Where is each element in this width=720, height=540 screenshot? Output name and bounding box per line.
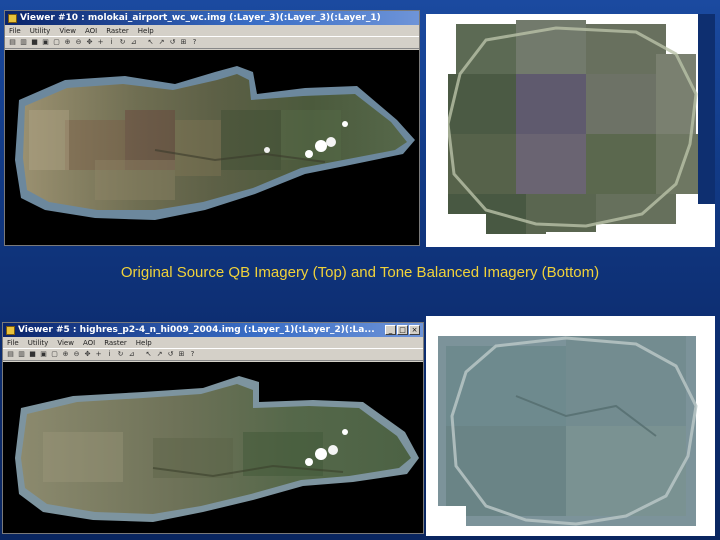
zoom-out-icon[interactable]: ⊖ <box>72 350 81 359</box>
copy-icon[interactable]: ▣ <box>41 38 50 47</box>
info-icon[interactable]: i <box>105 350 114 359</box>
help-icon[interactable]: ? <box>188 350 197 359</box>
measure-icon[interactable]: ⊿ <box>127 350 136 359</box>
query-icon[interactable]: + <box>96 38 105 47</box>
top-viewer-title: Viewer #10 : molokai_airport_wc_wc.img (… <box>20 13 381 23</box>
open-icon[interactable]: ▤ <box>6 350 15 359</box>
help-icon[interactable]: ? <box>190 38 199 47</box>
molokai-original-image <box>15 66 415 220</box>
menu-utility[interactable]: Utility <box>30 27 51 35</box>
window-controls: _ □ × <box>385 325 420 335</box>
top-viewer-menubar: File Utility View AOI Raster Help <box>5 25 419 36</box>
copy-icon[interactable]: ▣ <box>39 350 48 359</box>
menu-utility[interactable]: Utility <box>28 339 49 347</box>
island-tone-balanced-mosaic <box>426 316 715 536</box>
slide-caption: Original Source QB Imagery (Top) and Ton… <box>120 264 600 281</box>
save-icon[interactable]: ■ <box>28 350 37 359</box>
select-icon[interactable]: ↗ <box>155 350 164 359</box>
save-icon[interactable]: ■ <box>30 38 39 47</box>
bottom-viewer-menubar: File Utility View AOI Raster Help <box>3 337 423 348</box>
zoom-out-icon[interactable]: ⊖ <box>74 38 83 47</box>
bottom-viewer-titlebar[interactable]: Viewer #5 : highres_p2-4_n_hi009_2004.im… <box>3 323 423 337</box>
menu-raster[interactable]: Raster <box>104 339 127 347</box>
menu-file[interactable]: File <box>7 339 19 347</box>
pointer-icon[interactable]: ↖ <box>144 350 153 359</box>
toolbar-separator <box>138 350 142 359</box>
minimize-button[interactable]: _ <box>385 325 396 335</box>
print-icon[interactable]: ▥ <box>19 38 28 47</box>
menu-aoi[interactable]: AOI <box>83 339 95 347</box>
rotate-icon[interactable]: ↺ <box>166 350 175 359</box>
bottom-right-image-panel <box>426 316 715 536</box>
link-icon[interactable]: ⊞ <box>177 350 186 359</box>
zoom-in-icon[interactable]: ⊕ <box>63 38 72 47</box>
print-icon[interactable]: ▥ <box>17 350 26 359</box>
close-button[interactable]: × <box>409 325 420 335</box>
pan-icon[interactable]: ✥ <box>85 38 94 47</box>
refresh-icon[interactable]: ↻ <box>118 38 127 47</box>
top-viewer-titlebar[interactable]: Viewer #10 : molokai_airport_wc_wc.img (… <box>5 11 419 25</box>
bottom-viewer-canvas[interactable] <box>3 362 423 533</box>
menu-file[interactable]: File <box>9 27 21 35</box>
select-icon[interactable]: ↗ <box>157 38 166 47</box>
clear-icon[interactable]: ▢ <box>50 350 59 359</box>
info-icon[interactable]: i <box>107 38 116 47</box>
link-icon[interactable]: ⊞ <box>179 38 188 47</box>
pan-icon[interactable]: ✥ <box>83 350 92 359</box>
bottom-viewer-window: Viewer #5 : highres_p2-4_n_hi009_2004.im… <box>2 322 424 534</box>
top-viewer-canvas[interactable] <box>5 50 419 245</box>
bottom-viewer-toolbar: ▤ ▥ ■ ▣ ▢ ⊕ ⊖ ✥ + i ↻ ⊿ ↖ ↗ ↺ ⊞ ? <box>3 348 423 361</box>
menu-help[interactable]: Help <box>136 339 152 347</box>
menu-view[interactable]: View <box>59 27 76 35</box>
measure-icon[interactable]: ⊿ <box>129 38 138 47</box>
open-icon[interactable]: ▤ <box>8 38 17 47</box>
top-viewer-window: Viewer #10 : molokai_airport_wc_wc.img (… <box>4 10 420 246</box>
rotate-icon[interactable]: ↺ <box>168 38 177 47</box>
molokai-tone-balanced-image <box>15 376 419 522</box>
clear-icon[interactable]: ▢ <box>52 38 61 47</box>
toolbar-separator <box>140 38 144 47</box>
viewer-app-icon <box>6 325 15 335</box>
refresh-icon[interactable]: ↻ <box>116 350 125 359</box>
island-original-mosaic <box>426 14 715 247</box>
top-viewer-toolbar: ▤ ▥ ■ ▣ ▢ ⊕ ⊖ ✥ + i ↻ ⊿ ↖ ↗ ↺ ⊞ ? <box>5 36 419 49</box>
pointer-icon[interactable]: ↖ <box>146 38 155 47</box>
top-right-image-panel <box>426 14 715 247</box>
menu-raster[interactable]: Raster <box>106 27 129 35</box>
zoom-in-icon[interactable]: ⊕ <box>61 350 70 359</box>
maximize-button[interactable]: □ <box>397 325 408 335</box>
query-icon[interactable]: + <box>94 350 103 359</box>
menu-help[interactable]: Help <box>138 27 154 35</box>
menu-aoi[interactable]: AOI <box>85 27 97 35</box>
menu-view[interactable]: View <box>57 339 74 347</box>
viewer-app-icon <box>8 13 17 23</box>
bottom-viewer-title: Viewer #5 : highres_p2-4_n_hi009_2004.im… <box>18 325 375 335</box>
